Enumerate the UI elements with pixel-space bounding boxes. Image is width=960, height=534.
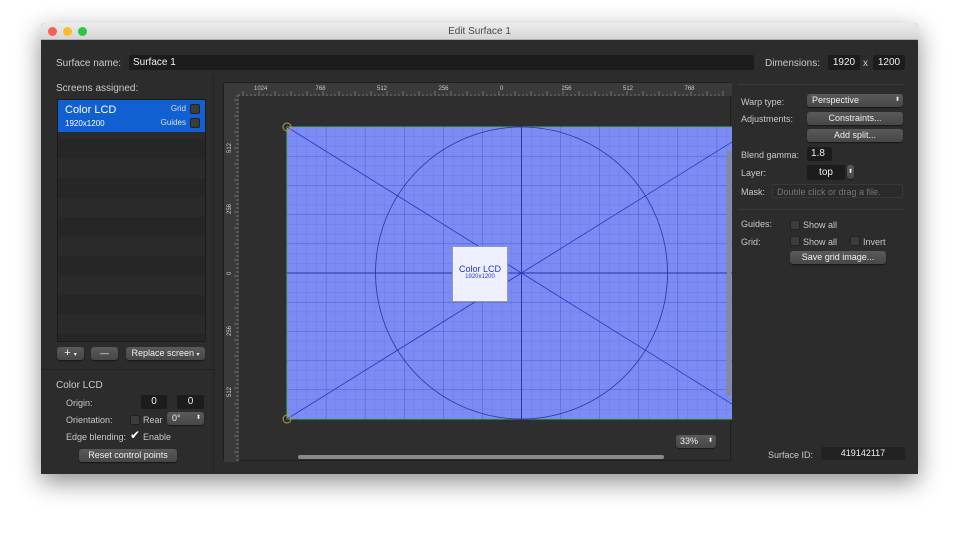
dimensions-x: x — [863, 58, 868, 69]
zoom-select[interactable]: 33% ⬍ — [676, 435, 716, 448]
screens-list[interactable]: Color LCD 1920x1200 Grid Guides — [57, 99, 206, 342]
guides-show-all-label: Show all — [803, 220, 838, 230]
constraints-button[interactable]: Constraints... — [807, 112, 903, 125]
screen-name: Color LCD — [65, 104, 117, 116]
edit-surface-window: Edit Surface 1 Surface name: Surface 1 D… — [41, 23, 918, 474]
title-bar: Edit Surface 1 — [41, 23, 918, 40]
vertical-scrollbar[interactable] — [727, 151, 731, 396]
ruler-top-label: 1024 — [254, 86, 268, 92]
minimize-button[interactable] — [63, 27, 72, 36]
grid-show-all-checkbox[interactable] — [790, 236, 800, 246]
ruler-top-label: 768 — [316, 86, 327, 92]
orientation-label: Orientation: — [66, 415, 113, 425]
canvas-screen-res: 1920x1200 — [465, 274, 495, 280]
blend-gamma-input[interactable]: 1.8 — [807, 147, 832, 161]
guides-label: Guides: — [741, 219, 773, 229]
window-title: Edit Surface 1 — [448, 26, 511, 37]
dimensions-label: Dimensions: — [765, 58, 821, 69]
height-input[interactable]: 1200 — [873, 55, 905, 70]
canvas-area[interactable]: 1024 768 512 256 0 256 512 768 512 256 0 256 512 Col… — [223, 82, 732, 462]
horizontal-scrollbar[interactable] — [298, 455, 664, 459]
replace-screen-button[interactable]: Replace screen ▾ — [126, 347, 205, 360]
screens-assigned-label: Screens assigned: — [56, 83, 139, 94]
guides-show-all-checkbox[interactable] — [790, 220, 800, 230]
invert-label: Invert — [863, 237, 886, 247]
canvas-screen-name: Color LCD — [458, 264, 501, 274]
ruler-left-label: 512 — [227, 142, 233, 153]
screen-label-box: Color LCD 1920x1200 — [452, 246, 508, 302]
warp-type-select[interactable]: Perspective ⬍ — [807, 94, 903, 107]
rotation-select[interactable]: 0° ⬍ — [167, 412, 204, 425]
ruler-top — [224, 83, 732, 96]
ruler-left-label: 256 — [227, 325, 233, 336]
origin-x-input[interactable]: 0 — [141, 395, 167, 409]
grid-label: Grid: — [741, 237, 761, 247]
ruler-left-label: 256 — [227, 203, 233, 214]
ruler-top-label: 256 — [562, 86, 573, 92]
screen-settings-title: Color LCD — [56, 380, 103, 391]
add-split-button[interactable]: Add split... — [807, 129, 903, 142]
layer-stepper[interactable]: ⬍ — [847, 165, 854, 179]
layer-input[interactable]: top — [807, 165, 845, 180]
surface-name-label: Surface name: — [56, 58, 122, 69]
blend-gamma-label: Blend gamma: — [741, 150, 800, 160]
ruler-top-label: 512 — [377, 86, 388, 92]
save-grid-image-button[interactable]: Save grid image... — [790, 251, 886, 264]
zoom-button[interactable] — [78, 27, 87, 36]
ruler-top-label: 512 — [623, 86, 634, 92]
rear-checkbox[interactable] — [130, 415, 140, 425]
remove-screen-button[interactable]: — — [91, 347, 118, 360]
rear-label: Rear — [143, 415, 163, 425]
ruler-left-label: 512 — [227, 386, 233, 397]
grid-show-all-label: Show all — [803, 237, 838, 247]
warp-type-label: Warp type: — [741, 97, 785, 107]
mask-label: Mask: — [741, 187, 766, 197]
grid-checkbox[interactable] — [190, 104, 200, 114]
grid-label: Grid — [170, 104, 186, 113]
reset-control-points-button[interactable]: Reset control points — [79, 449, 177, 462]
screen-resolution: 1920x1200 — [65, 119, 105, 128]
close-button[interactable] — [48, 27, 57, 36]
origin-y-input[interactable]: 0 — [177, 395, 204, 409]
origin-label: Origin: — [66, 398, 93, 408]
enable-checkbox[interactable]: ✔ — [130, 428, 140, 442]
ruler-top-label: 256 — [439, 86, 450, 92]
mask-input[interactable]: Double click or drag a file. — [772, 184, 903, 198]
ruler-top-label: 768 — [685, 86, 696, 92]
screen-list-item[interactable]: Color LCD 1920x1200 Grid Guides — [58, 100, 205, 132]
guides-checkbox[interactable] — [190, 118, 200, 128]
width-input[interactable]: 1920 — [828, 55, 860, 70]
surface-id-field: 419142117 — [821, 447, 905, 460]
layer-label: Layer: — [741, 168, 767, 178]
invert-checkbox[interactable] — [850, 236, 860, 246]
add-screen-button[interactable]: + ▾ — [57, 347, 84, 360]
surface-name-input[interactable]: Surface 1 — [129, 55, 754, 70]
adjustments-label: Adjustments: — [741, 114, 794, 124]
guides-label: Guides — [160, 118, 186, 127]
enable-label: Enable — [143, 432, 172, 442]
edge-blending-label: Edge blending: — [66, 432, 127, 442]
surface-id-label: Surface ID: — [768, 450, 814, 460]
